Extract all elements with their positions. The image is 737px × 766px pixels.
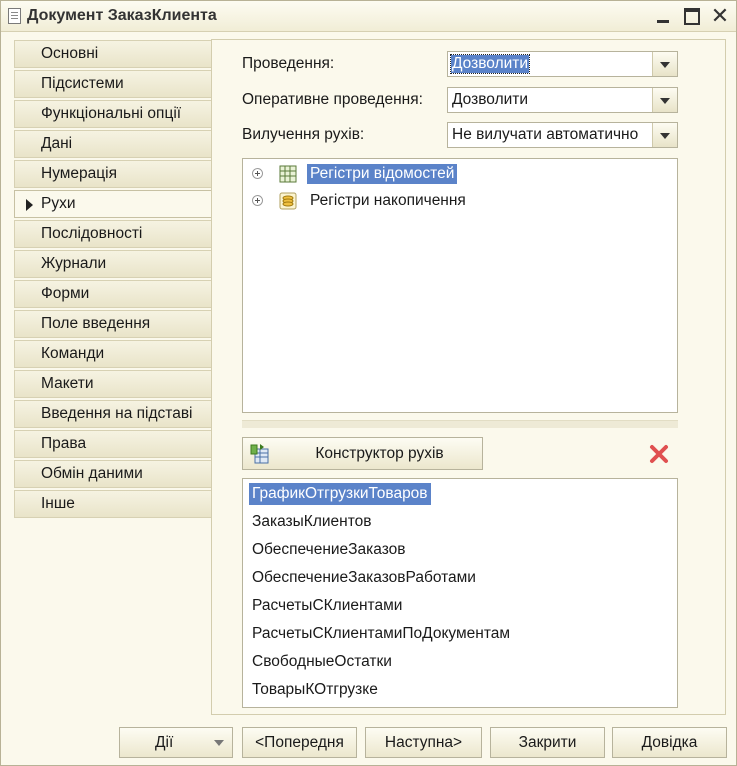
window-title: Документ ЗаказКлиента [27,7,217,24]
tab-journals[interactable]: Журнали [14,250,212,278]
chevron-down-icon[interactable] [652,88,677,112]
tab-label: Макети [41,375,94,392]
tree-item-label: Регістри накопичення [310,192,466,209]
chevron-down-icon[interactable] [652,123,677,147]
sidebar-tabs: Основні Підсистеми Функціональні опції Д… [14,40,212,520]
tree-item-accumulation-registers[interactable]: Регістри накопичення [243,189,677,215]
splitter[interactable] [242,420,678,428]
tab-functional-options[interactable]: Функціональні опції [14,100,212,128]
constructor-button-label: Конструктор рухів [315,445,444,462]
movement-deletion-select[interactable]: Не вилучати автоматично [447,122,678,148]
tab-label: Функціональні опції [41,105,182,122]
tab-basic[interactable]: Основні [14,40,212,68]
maximize-icon[interactable] [682,6,702,26]
title-bar[interactable]: Документ ЗаказКлиента ✕ [1,1,736,32]
posting-select[interactable]: Дозволити [447,51,678,77]
tab-other[interactable]: Інше [14,490,212,518]
help-button[interactable]: Довідка [612,727,727,758]
tab-commands[interactable]: Команди [14,340,212,368]
list-item[interactable]: ОбеспечениеЗаказовРаботами [249,567,479,589]
list-item[interactable]: ЗаказыКлиентов [249,511,375,533]
tab-data[interactable]: Дані [14,130,212,158]
tab-label: Нумерація [41,165,118,182]
tab-forms[interactable]: Форми [14,280,212,308]
tab-subsystems[interactable]: Підсистеми [14,70,212,98]
movement-deletion-label: Вилучення рухів: [242,126,365,143]
realtime-posting-label: Оперативне проведення: [242,91,423,108]
tab-label: Обмін даними [41,465,143,482]
constructor-icon [250,444,269,464]
tree-item-information-registers[interactable]: Регістри відомостей [243,162,677,188]
realtime-posting-select[interactable]: Дозволити [447,87,678,113]
accumulation-register-icon [279,192,297,210]
posting-value: Дозволити [449,54,531,74]
previous-button[interactable]: <Попередня [242,727,357,758]
movement-deletion-value: Не вилучати автоматично [452,126,639,143]
tab-input-on-basis[interactable]: Введення на підставі [14,400,212,428]
list-item[interactable]: ГрафикОтгрузкиТоваров [249,483,431,505]
list-item[interactable]: РасчетыСКлиентамиПоДокументам [249,623,513,645]
close-button[interactable]: Закрити [490,727,605,758]
expand-icon[interactable] [252,195,263,206]
tab-sequences[interactable]: Послідовності [14,220,212,248]
tab-label: Основні [41,45,99,62]
realtime-posting-value: Дозволити [452,91,529,108]
tab-label: Послідовності [41,225,143,242]
document-icon [8,8,21,24]
expand-icon[interactable] [252,168,263,179]
tab-label: Рухи [41,195,76,212]
tab-label: Форми [41,285,90,302]
active-tab-arrow-icon [26,199,33,211]
actions-button[interactable]: Дії [119,727,233,758]
tab-input-field[interactable]: Поле введення [14,310,212,338]
delete-icon[interactable] [648,443,670,465]
list-item[interactable]: ОбеспечениеЗаказов [249,539,409,561]
movements-panel: Проведення: Дозволити Оперативне проведе… [211,39,726,715]
list-item[interactable]: СвободныеОстатки [249,651,395,673]
tab-label: Команди [41,345,105,362]
tab-label: Права [41,435,87,452]
movements-list: ГрафикОтгрузкиТоваров ЗаказыКлиентов Обе… [242,478,678,708]
next-button[interactable]: Наступна> [365,727,482,758]
tree-item-label: Регістри відомостей [307,164,458,184]
minimize-icon[interactable] [653,6,673,26]
tab-label: Інше [41,495,75,512]
tab-rights[interactable]: Права [14,430,212,458]
list-item[interactable]: ТоварыКОтгрузке [249,679,381,701]
tab-label: Журнали [41,255,107,272]
tab-numbering[interactable]: Нумерація [14,160,212,188]
movements-constructor-button[interactable]: Конструктор рухів [242,437,483,470]
list-item[interactable]: РасчетыСКлиентами [249,595,405,617]
close-icon[interactable]: ✕ [710,5,730,27]
tab-data-exchange[interactable]: Обмін даними [14,460,212,488]
tab-label: Поле введення [41,315,151,332]
tab-label: Введення на підставі [41,405,193,422]
chevron-down-icon [214,740,224,746]
chevron-down-icon[interactable] [652,52,677,76]
document-window: Документ ЗаказКлиента ✕ Основні Підсисте… [0,0,737,766]
posting-label: Проведення: [242,55,335,72]
tab-label: Дані [41,135,73,152]
tab-movements[interactable]: Рухи [14,190,212,218]
registers-tree: Регістри відомостей Регістри накопичення [242,158,678,413]
tab-label: Підсистеми [41,75,124,92]
tab-templates[interactable]: Макети [14,370,212,398]
information-register-icon [279,165,297,183]
actions-button-label: Дії [155,734,174,751]
